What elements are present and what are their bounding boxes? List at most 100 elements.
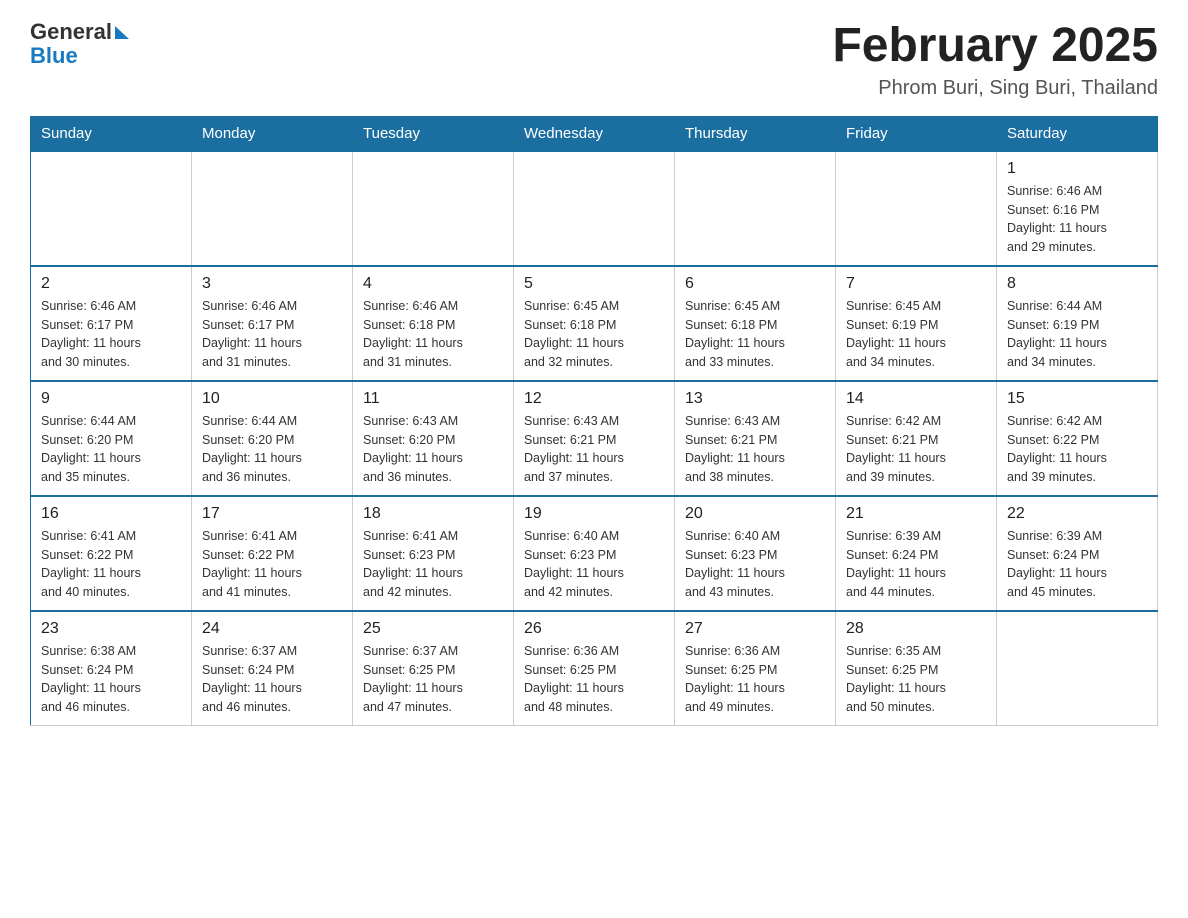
calendar-cell: 27Sunrise: 6:36 AM Sunset: 6:25 PM Dayli… <box>675 611 836 726</box>
calendar-week-row: 23 Sunrise: 6:38 AM Sunset: 6:24 PM Dayli… <box>31 611 1158 726</box>
weekday-header-tuesday: Tuesday <box>353 116 514 151</box>
calendar-cell: 20 Sunrise: 6:40 AM Sunset: 6:23 PM Dayli… <box>675 496 836 611</box>
day-number: 15 <box>1007 390 1147 408</box>
calendar-week-row: 2Sunrise: 6:46 AM Sunset: 6:17 PM Daylig… <box>31 266 1158 381</box>
day-info: Sunrise: 6:43 AM Sunset: 6:21 PM Dayligh… <box>685 412 825 487</box>
weekday-header-sunday: Sunday <box>31 116 192 151</box>
day-info: Sunrise: 6:45 AM Sunset: 6:18 PM Dayligh… <box>524 297 664 372</box>
calendar-cell: 23 Sunrise: 6:38 AM Sunset: 6:24 PM Dayli… <box>31 611 192 726</box>
day-number: 6 <box>685 275 825 293</box>
day-info: Sunrise: 6:45 AM Sunset: 6:19 PM Dayligh… <box>846 297 986 372</box>
day-number: 27 <box>685 620 825 638</box>
day-number: 9 <box>41 390 181 408</box>
day-info: Sunrise: 6:46 AM Sunset: 6:16 PM Dayligh… <box>1007 182 1147 257</box>
day-info: Sunrise: 6:41 AM Sunset: 6:22 PM Dayligh… <box>41 527 181 602</box>
day-info: Sunrise: 6:36 AM Sunset: 6:25 PM Dayligh… <box>524 642 664 717</box>
day-info: Sunrise: 6:41 AM Sunset: 6:23 PM Dayligh… <box>363 527 503 602</box>
calendar-cell: 7 Sunrise: 6:45 AM Sunset: 6:19 PM Daylig… <box>836 266 997 381</box>
logo-blue: Blue <box>30 43 78 68</box>
day-number: 23 <box>41 620 181 638</box>
day-number: 4 <box>363 275 503 293</box>
day-number: 22 <box>1007 505 1147 523</box>
day-info: Sunrise: 6:46 AM Sunset: 6:17 PM Dayligh… <box>202 297 342 372</box>
day-info: Sunrise: 6:37 AM Sunset: 6:25 PM Dayligh… <box>363 642 503 717</box>
calendar-cell <box>997 611 1158 726</box>
calendar-cell: 15 Sunrise: 6:42 AM Sunset: 6:22 PM Dayli… <box>997 381 1158 496</box>
location: Phrom Buri, Sing Buri, Thailand <box>832 77 1158 100</box>
calendar-cell: 24 Sunrise: 6:37 AM Sunset: 6:24 PM Dayli… <box>192 611 353 726</box>
day-number: 1 <box>1007 160 1147 178</box>
calendar-cell: 5Sunrise: 6:45 AM Sunset: 6:18 PM Daylig… <box>514 266 675 381</box>
calendar-table: SundayMondayTuesdayWednesdayThursdayFrid… <box>30 116 1158 726</box>
title-block: February 2025 Phrom Buri, Sing Buri, Tha… <box>832 20 1158 100</box>
day-info: Sunrise: 6:43 AM Sunset: 6:20 PM Dayligh… <box>363 412 503 487</box>
logo-triangle-icon <box>115 26 129 39</box>
day-number: 26 <box>524 620 664 638</box>
day-number: 14 <box>846 390 986 408</box>
day-info: Sunrise: 6:39 AM Sunset: 6:24 PM Dayligh… <box>1007 527 1147 602</box>
day-number: 24 <box>202 620 342 638</box>
calendar-cell: 3 Sunrise: 6:46 AM Sunset: 6:17 PM Daylig… <box>192 266 353 381</box>
calendar-cell: 16 Sunrise: 6:41 AM Sunset: 6:22 PM Dayli… <box>31 496 192 611</box>
day-info: Sunrise: 6:42 AM Sunset: 6:21 PM Dayligh… <box>846 412 986 487</box>
calendar-cell: 18 Sunrise: 6:41 AM Sunset: 6:23 PM Dayli… <box>353 496 514 611</box>
day-info: Sunrise: 6:41 AM Sunset: 6:22 PM Dayligh… <box>202 527 342 602</box>
logo: General Blue <box>30 20 129 68</box>
calendar-cell: 1 Sunrise: 6:46 AM Sunset: 6:16 PM Daylig… <box>997 151 1158 266</box>
calendar-cell <box>192 151 353 266</box>
calendar-cell: 17 Sunrise: 6:41 AM Sunset: 6:22 PM Dayli… <box>192 496 353 611</box>
calendar-cell <box>31 151 192 266</box>
day-number: 11 <box>363 390 503 408</box>
calendar-cell: 9 Sunrise: 6:44 AM Sunset: 6:20 PM Daylig… <box>31 381 192 496</box>
calendar-cell: 8 Sunrise: 6:44 AM Sunset: 6:19 PM Daylig… <box>997 266 1158 381</box>
day-number: 10 <box>202 390 342 408</box>
calendar-header-row: SundayMondayTuesdayWednesdayThursdayFrid… <box>31 116 1158 151</box>
day-number: 17 <box>202 505 342 523</box>
calendar-week-row: 1 Sunrise: 6:46 AM Sunset: 6:16 PM Daylig… <box>31 151 1158 266</box>
calendar-cell: 26 Sunrise: 6:36 AM Sunset: 6:25 PM Dayli… <box>514 611 675 726</box>
day-info: Sunrise: 6:38 AM Sunset: 6:24 PM Dayligh… <box>41 642 181 717</box>
day-number: 19 <box>524 505 664 523</box>
page-header: General Blue February 2025 Phrom Buri, S… <box>30 20 1158 100</box>
day-number: 13 <box>685 390 825 408</box>
weekday-header-thursday: Thursday <box>675 116 836 151</box>
day-info: Sunrise: 6:37 AM Sunset: 6:24 PM Dayligh… <box>202 642 342 717</box>
calendar-cell <box>514 151 675 266</box>
calendar-cell: 10Sunrise: 6:44 AM Sunset: 6:20 PM Dayli… <box>192 381 353 496</box>
day-number: 3 <box>202 275 342 293</box>
calendar-cell: 21 Sunrise: 6:39 AM Sunset: 6:24 PM Dayli… <box>836 496 997 611</box>
weekday-header-saturday: Saturday <box>997 116 1158 151</box>
logo-general: General <box>30 20 112 44</box>
calendar-cell: 28Sunrise: 6:35 AM Sunset: 6:25 PM Dayli… <box>836 611 997 726</box>
day-info: Sunrise: 6:46 AM Sunset: 6:17 PM Dayligh… <box>41 297 181 372</box>
day-info: Sunrise: 6:35 AM Sunset: 6:25 PM Dayligh… <box>846 642 986 717</box>
day-number: 18 <box>363 505 503 523</box>
day-info: Sunrise: 6:46 AM Sunset: 6:18 PM Dayligh… <box>363 297 503 372</box>
day-info: Sunrise: 6:44 AM Sunset: 6:20 PM Dayligh… <box>41 412 181 487</box>
calendar-cell: 4 Sunrise: 6:46 AM Sunset: 6:18 PM Daylig… <box>353 266 514 381</box>
calendar-week-row: 16 Sunrise: 6:41 AM Sunset: 6:22 PM Dayli… <box>31 496 1158 611</box>
calendar-body: 1 Sunrise: 6:46 AM Sunset: 6:16 PM Daylig… <box>31 151 1158 726</box>
calendar-cell: 22 Sunrise: 6:39 AM Sunset: 6:24 PM Dayli… <box>997 496 1158 611</box>
day-number: 20 <box>685 505 825 523</box>
day-info: Sunrise: 6:44 AM Sunset: 6:19 PM Dayligh… <box>1007 297 1147 372</box>
calendar-cell: 6 Sunrise: 6:45 AM Sunset: 6:18 PM Daylig… <box>675 266 836 381</box>
day-info: Sunrise: 6:45 AM Sunset: 6:18 PM Dayligh… <box>685 297 825 372</box>
weekday-header-monday: Monday <box>192 116 353 151</box>
day-number: 21 <box>846 505 986 523</box>
calendar-cell <box>675 151 836 266</box>
calendar-cell: 11 Sunrise: 6:43 AM Sunset: 6:20 PM Dayli… <box>353 381 514 496</box>
month-title: February 2025 <box>832 20 1158 73</box>
day-number: 8 <box>1007 275 1147 293</box>
day-info: Sunrise: 6:40 AM Sunset: 6:23 PM Dayligh… <box>685 527 825 602</box>
calendar-cell <box>353 151 514 266</box>
calendar-cell: 2Sunrise: 6:46 AM Sunset: 6:17 PM Daylig… <box>31 266 192 381</box>
day-number: 16 <box>41 505 181 523</box>
calendar-cell: 12Sunrise: 6:43 AM Sunset: 6:21 PM Dayli… <box>514 381 675 496</box>
day-info: Sunrise: 6:39 AM Sunset: 6:24 PM Dayligh… <box>846 527 986 602</box>
day-number: 7 <box>846 275 986 293</box>
calendar-week-row: 9 Sunrise: 6:44 AM Sunset: 6:20 PM Daylig… <box>31 381 1158 496</box>
day-number: 25 <box>363 620 503 638</box>
day-info: Sunrise: 6:42 AM Sunset: 6:22 PM Dayligh… <box>1007 412 1147 487</box>
calendar-cell: 19Sunrise: 6:40 AM Sunset: 6:23 PM Dayli… <box>514 496 675 611</box>
